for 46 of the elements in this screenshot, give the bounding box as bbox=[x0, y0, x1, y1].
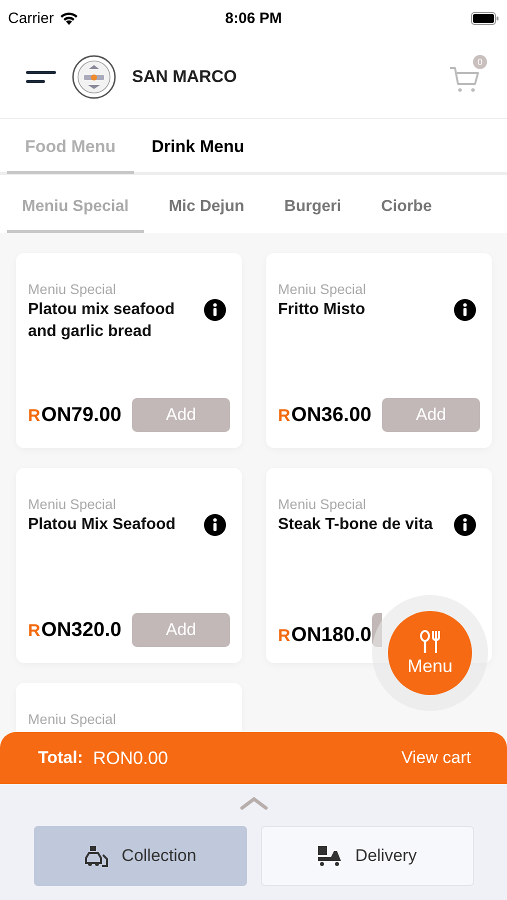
item-price: ON36.00 bbox=[291, 404, 372, 426]
menu-item-card[interactable]: Meniu Special Platou mix seafood and garlic bread RON79.00 Add bbox=[16, 253, 242, 448]
clock-time: 8:06 PM bbox=[225, 10, 282, 26]
item-category: Meniu Special bbox=[28, 281, 117, 297]
category-tab[interactable]: Ciorbe bbox=[366, 198, 447, 233]
price-currency-initial: R bbox=[28, 406, 40, 426]
info-icon[interactable] bbox=[454, 299, 476, 321]
item-category: Meniu Special bbox=[278, 281, 367, 297]
total-amount: RON0.00 bbox=[93, 748, 170, 768]
menu-item-card[interactable]: Meniu Special Platou Mix Seafood RON320.0 Add bbox=[16, 468, 242, 663]
view-cart-button[interactable]: View cart bbox=[401, 748, 471, 768]
item-price: ON180.0 bbox=[291, 624, 372, 647]
item-price: ON320.0 bbox=[41, 618, 122, 642]
category-tab[interactable]: Burgeri bbox=[269, 198, 356, 233]
order-mode-button[interactable]: Delivery bbox=[260, 826, 474, 886]
item-category: Meniu Special bbox=[28, 711, 117, 727]
menu-item-card[interactable]: Meniu Special Fritto Misto RON36.00 Add bbox=[266, 253, 492, 448]
carrier-name: Carrier bbox=[8, 10, 54, 26]
battery-icon bbox=[471, 12, 499, 24]
item-name: Fritto Misto bbox=[278, 300, 366, 320]
order-mode-button[interactable]: Collection bbox=[34, 826, 246, 886]
delivery-scooter-icon bbox=[317, 845, 344, 867]
info-icon[interactable] bbox=[454, 514, 476, 536]
price-currency-initial: R bbox=[278, 626, 290, 646]
info-icon[interactable] bbox=[204, 299, 226, 321]
item-category: Meniu Special bbox=[28, 496, 117, 512]
item-name: Platou Mix Seafood bbox=[28, 515, 176, 535]
info-icon[interactable] bbox=[204, 514, 226, 536]
item-name: Platou mix seafood and garlic bread bbox=[28, 300, 176, 342]
cart-count-badge: 0 bbox=[473, 55, 487, 69]
menu-tab[interactable]: Drink Menu bbox=[134, 137, 262, 174]
menu-icon[interactable] bbox=[26, 70, 56, 84]
price-currency-initial: R bbox=[28, 620, 40, 640]
category-tab[interactable]: Mic Dejun bbox=[154, 198, 260, 233]
menu-item-card[interactable]: Meniu Special bbox=[16, 683, 242, 732]
restaurant-logo bbox=[72, 55, 116, 99]
total-label: Total: bbox=[38, 748, 84, 768]
item-category: Meniu Special bbox=[278, 496, 367, 512]
car-icon bbox=[84, 845, 110, 867]
price-currency-initial: R bbox=[278, 406, 290, 426]
restaurant-name: SAN MARCO bbox=[132, 67, 238, 87]
cutlery-icon bbox=[419, 630, 441, 654]
category-tab[interactable]: Meniu Special bbox=[7, 198, 144, 233]
item-name: Steak T-bone de vita bbox=[278, 515, 433, 535]
wifi-icon bbox=[58, 10, 79, 26]
item-price: ON79.00 bbox=[41, 404, 122, 426]
